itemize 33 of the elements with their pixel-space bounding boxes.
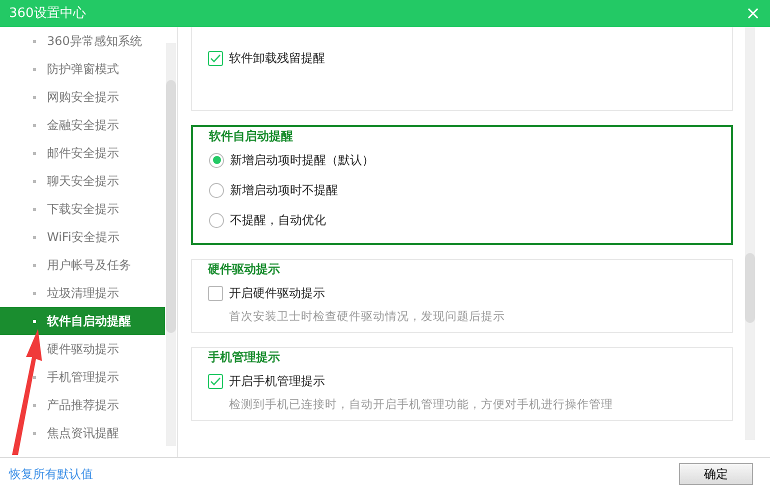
sidebar-item[interactable]: 产品推荐提示 xyxy=(0,391,165,419)
radio-button[interactable] xyxy=(209,152,224,168)
sidebar-item[interactable]: 用户帐号及任务 xyxy=(0,251,165,279)
checkbox-label[interactable]: 开启手机管理提示 xyxy=(229,372,325,390)
radio-label[interactable]: 新增启动项时不提醒 xyxy=(230,181,338,199)
radio-button[interactable] xyxy=(209,212,224,228)
checkbox[interactable] xyxy=(208,286,223,300)
sidebar-item[interactable]: 垃圾清理提示 xyxy=(0,279,165,307)
scrollbar[interactable] xyxy=(745,27,755,440)
checkbox-label[interactable]: 软件卸载残留提醒 xyxy=(229,49,325,67)
description-text: 检测到手机已连接时，自动开启手机管理功能，方便对手机进行操作管理 xyxy=(228,396,614,412)
sidebar-item[interactable]: 手机管理提示 xyxy=(0,363,165,391)
sidebar-item[interactable]: 下载安全提示 xyxy=(0,195,165,223)
ok-button[interactable]: 确定 xyxy=(679,463,753,485)
checkbox[interactable] xyxy=(208,50,223,66)
sidebar-item[interactable]: 网购安全提示 xyxy=(0,83,165,111)
description-text: 首次安装卫士时检查硬件驱动情况，发现问题后提示 xyxy=(228,308,506,324)
checkbox-label[interactable]: 开启硬件驱动提示 xyxy=(229,284,325,302)
sidebar-item[interactable]: 软件自启动提醒 xyxy=(0,307,165,335)
sidebar-item[interactable]: 聊天安全提示 xyxy=(0,167,165,195)
sidebar-item[interactable]: 邮件安全提示 xyxy=(0,139,165,167)
window-title: 360设置中心 xyxy=(9,4,86,23)
restore-defaults-link[interactable]: 恢复所有默认值 xyxy=(9,465,93,483)
sidebar-item[interactable]: WiFi安全提示 xyxy=(0,223,165,251)
radio-label[interactable]: 新增启动项时提醒（默认） xyxy=(230,151,374,169)
checkbox[interactable] xyxy=(208,374,223,388)
sidebar-item[interactable]: 金融安全提示 xyxy=(0,111,165,139)
sidebar-item[interactable]: 防护弹窗模式 xyxy=(0,55,165,83)
sidebar-item[interactable]: 焦点资讯提醒 xyxy=(0,419,165,447)
radio-button[interactable] xyxy=(209,182,224,198)
radio-label[interactable]: 不提醒，自动优化 xyxy=(230,211,326,229)
sidebar-item[interactable]: 360异常感知系统 xyxy=(0,27,165,55)
scrollbar[interactable] xyxy=(166,43,176,446)
